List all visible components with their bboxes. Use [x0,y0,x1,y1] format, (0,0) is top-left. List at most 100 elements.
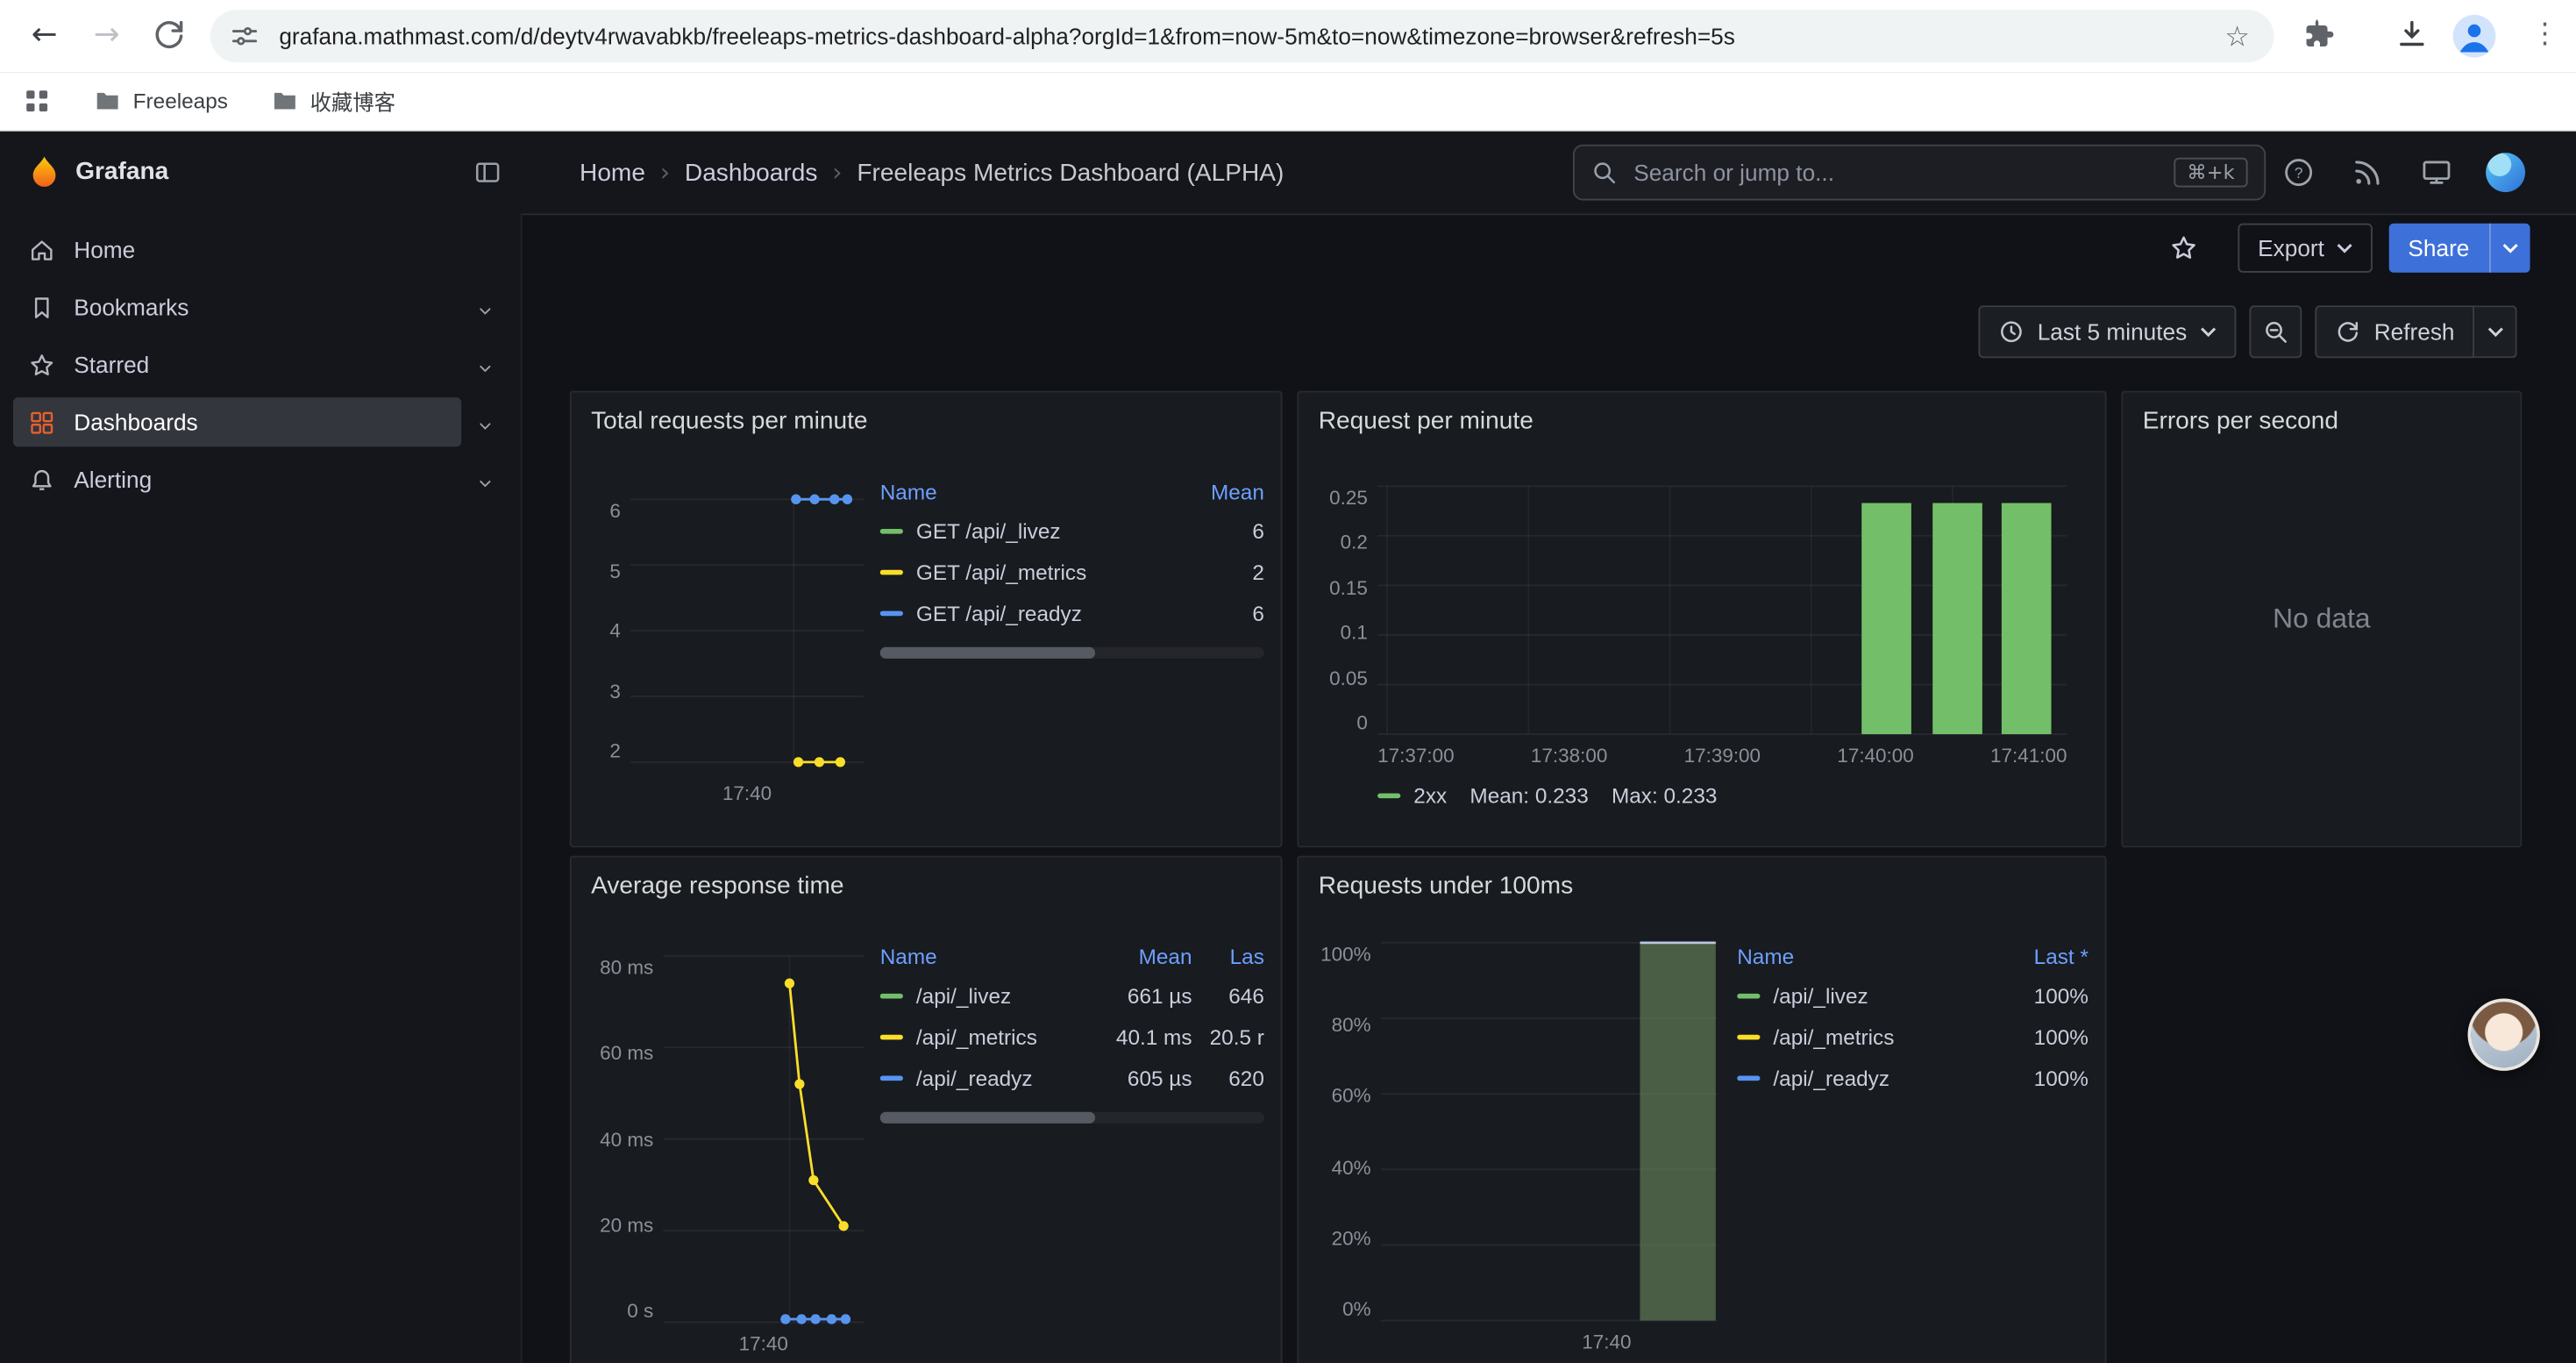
panel-title[interactable]: Request per minute [1299,393,2104,436]
scrollbar-thumb[interactable] [880,1112,1095,1124]
search-input[interactable] [1630,158,2160,188]
zoom-out-button[interactable] [2249,305,2302,358]
sidebar-item-home[interactable]: Home [13,225,508,275]
grafana-logo[interactable] [26,154,62,190]
news-rss-icon[interactable] [2352,156,2384,189]
zoom-out-icon [2262,318,2288,345]
bookmark-star-icon[interactable]: ☆ [2224,21,2254,51]
series-mean: 40.1 ms [1090,1025,1192,1050]
panel-title[interactable]: Average response time [572,857,1281,900]
chevron-down-icon[interactable] [476,471,495,489]
download-icon[interactable] [2394,17,2430,53]
legend-row[interactable]: GET /api/_readyz 6 [880,593,1264,634]
series-last: 20.5 r [1192,1025,1264,1050]
legend-col-mean[interactable]: Mean [1090,944,1192,968]
time-range-picker[interactable]: Last 5 minutes [1978,305,2236,358]
browser-menu-icon[interactable]: ⋮ [2523,13,2566,56]
chart-area[interactable]: 0.25 0.2 0.15 0.1 0.05 0 [1319,486,2089,734]
chart-area[interactable]: 6 5 4 3 2 17:40 [591,458,880,832]
extensions-icon[interactable] [2302,17,2338,53]
chevron-down-icon[interactable] [476,356,495,375]
back-button[interactable]: ← [23,13,66,56]
dashboard-subheader: Export Share [2169,224,2530,273]
legend-col-name[interactable]: Name [880,944,1091,968]
chart-area[interactable]: 80 ms 60 ms 40 ms 20 ms 0 s 17:40 [591,923,880,1363]
legend-col-name[interactable]: Name [1737,944,1987,968]
legend-row[interactable]: /api/_livez 661 µs 646 [880,975,1264,1017]
legend-row[interactable]: /api/_readyz 605 µs 620 [880,1058,1264,1099]
sidebar: Home Bookmarks [0,213,522,1363]
y-tick: 20% [1332,1226,1371,1249]
panel-total-requests: Total requests per minute 6 5 4 3 2 [570,391,1283,848]
series-name: 2xx [1413,783,1447,808]
favorite-star-icon[interactable] [2169,233,2199,263]
series-name: /api/_metrics [916,1025,1037,1050]
site-settings-tune-icon[interactable] [230,21,260,51]
series-color-icon [1737,994,1760,999]
floating-chat-avatar[interactable] [2468,999,2540,1071]
apps-grid-icon[interactable] [23,87,51,115]
scrollbar-thumb[interactable] [880,647,1095,659]
breadcrumb-home[interactable]: Home [580,159,645,187]
legend-row[interactable]: /api/_livez 100% [1737,975,2089,1017]
bookmark-folder-freeleaps[interactable]: Freeleaps [94,87,228,115]
y-tick: 0 s [627,1299,653,1322]
breadcrumb-dashboards[interactable]: Dashboards [685,159,817,187]
chart-area[interactable]: 100% 80% 60% 40% 20% 0% 17:40 [1319,923,1718,1363]
request-per-minute-chart[interactable] [1377,486,2067,734]
monitor-icon[interactable] [2420,156,2452,189]
under-100ms-chart[interactable] [1381,943,1718,1321]
refresh-button[interactable]: Refresh [2315,305,2474,358]
help-icon[interactable]: ? [2282,156,2315,189]
sidebar-item-starred[interactable]: Starred [13,340,508,389]
panel-avg-response-time: Average response time 80 ms 60 ms 40 ms … [570,856,1283,1363]
legend-col-mean[interactable]: Mean [1192,479,1264,503]
browser-profile-avatar[interactable] [2453,15,2496,58]
grafana-header: Grafana Home › Dashboards › Freeleaps Me… [0,132,2576,216]
chevron-down-icon [2502,242,2519,253]
avg-response-time-chart[interactable] [664,956,864,1323]
reload-button[interactable] [151,17,187,53]
series-name: GET /api/_readyz [916,601,1082,625]
sidebar-item-bookmarks[interactable]: Bookmarks [13,282,508,332]
legend-row[interactable]: GET /api/_livez 6 [880,510,1264,552]
x-axis-label: 17:40 [1438,1331,1775,1353]
panel-errors-per-second: Errors per second No data [2121,391,2522,848]
legend-row[interactable]: GET /api/_metrics 2 [880,552,1264,593]
legend-scrollbar[interactable] [880,647,1264,659]
legend-col-name[interactable]: Name [880,479,1192,503]
legend-scrollbar[interactable] [880,1112,1264,1124]
total-requests-chart[interactable] [630,499,864,762]
sidebar-item-dashboards[interactable]: Dashboards [13,397,508,446]
share-dropdown-button[interactable] [2489,224,2530,273]
panel-title[interactable]: Total requests per minute [572,393,1281,436]
search-box[interactable]: ⌘+k [1573,145,2266,201]
legend-row[interactable]: /api/_metrics 40.1 ms 20.5 r [880,1017,1264,1058]
y-axis: 6 5 4 3 2 [591,499,621,762]
legend-col-last[interactable]: Las [1192,944,1264,968]
legend-row[interactable]: /api/_metrics 100% [1737,1017,2089,1058]
address-bar[interactable]: ☆ [210,10,2274,62]
refresh-interval-dropdown[interactable] [2474,305,2517,358]
legend-row[interactable]: 2xx Mean: 0.233 Max: 0.233 [1377,783,2089,808]
panel-title[interactable]: Requests under 100ms [1299,857,2104,900]
folder-icon [271,87,299,115]
legend-table: Name Mean GET /api/_livez 6 GET /api/_me… [880,458,1264,832]
bookmark-folder-blog[interactable]: 收藏博客 [271,85,395,117]
share-button[interactable]: Share [2388,224,2489,273]
sidebar-item-alerting[interactable]: Alerting [13,455,508,504]
dock-sidebar-icon[interactable] [473,158,502,188]
export-button[interactable]: Export [2238,224,2373,273]
chevron-down-icon[interactable] [476,414,495,432]
legend-row[interactable]: /api/_readyz 100% [1737,1058,2089,1099]
url-input[interactable] [276,21,2209,51]
chevron-down-icon[interactable] [476,299,495,318]
forward-button[interactable]: → [85,13,128,56]
y-tick: 0.15 [1329,576,1368,599]
y-tick: 60% [1332,1085,1371,1108]
sidebar-item-label: Starred [74,352,149,378]
folder-icon [94,87,122,115]
legend-col-last[interactable]: Last * [1987,944,2089,968]
user-avatar[interactable] [2486,153,2525,192]
chevron-down-icon [2487,326,2503,338]
